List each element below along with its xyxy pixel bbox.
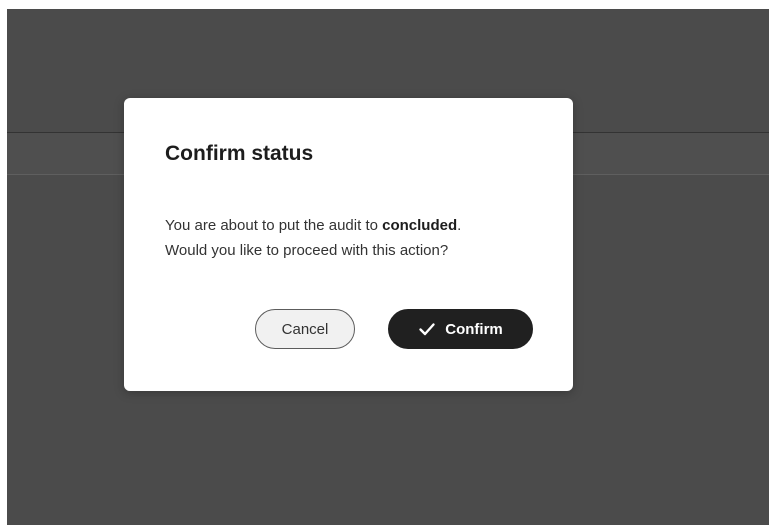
message-question: Would you like to proceed with this acti… bbox=[165, 242, 449, 259]
confirm-button-label: Confirm bbox=[445, 320, 503, 338]
cancel-button[interactable]: Cancel bbox=[255, 309, 355, 349]
check-icon bbox=[418, 320, 436, 338]
message-punctuation: . bbox=[457, 217, 462, 234]
dialog-title: Confirm status bbox=[165, 142, 314, 165]
confirm-status-dialog: Confirm status You are about to put the … bbox=[124, 98, 573, 391]
confirm-button[interactable]: Confirm bbox=[388, 309, 533, 349]
status-value: concluded bbox=[382, 217, 458, 234]
message-text: You are about to put the audit to bbox=[165, 217, 383, 234]
dialog-message: You are about to put the audit to conclu… bbox=[165, 213, 555, 263]
cancel-button-label: Cancel bbox=[281, 320, 329, 338]
